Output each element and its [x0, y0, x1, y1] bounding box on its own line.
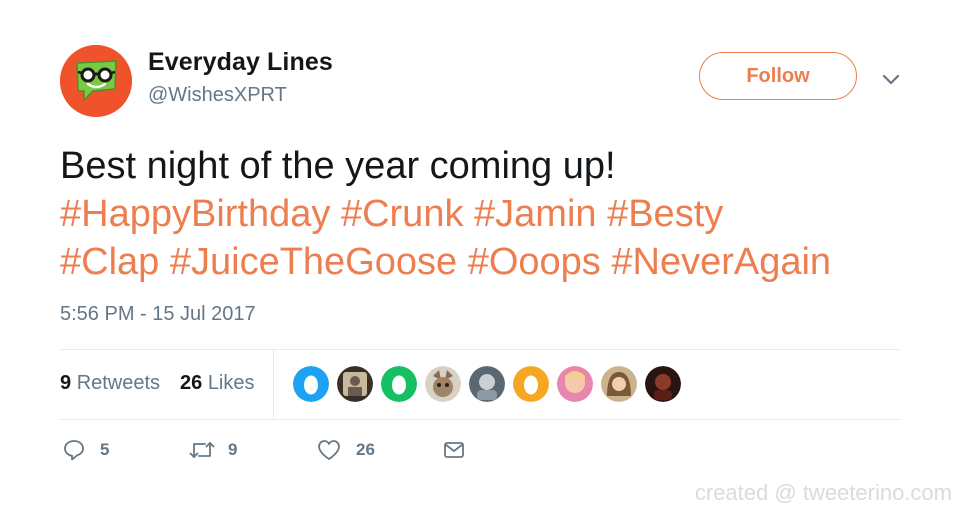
hashtag-line-1: #HappyBirthday #Crunk #Jamin #Besty	[60, 190, 940, 238]
reply-icon	[64, 440, 84, 461]
likes-count: 26	[180, 372, 203, 394]
like-count: 26	[356, 440, 375, 459]
hashtag-link[interactable]: #Besty	[607, 193, 723, 235]
likes-label: Likes	[207, 372, 255, 394]
divider	[60, 349, 900, 350]
tweet-card: Everyday Lines @WishesXPRT Follow Best n…	[0, 0, 960, 510]
liker-avatar[interactable]	[645, 366, 681, 402]
liker-avatar[interactable]	[557, 366, 593, 402]
reply-count: 5	[100, 440, 110, 459]
message-action[interactable]	[442, 438, 466, 462]
divider	[60, 419, 900, 420]
hashtag-link[interactable]: #Ooops	[468, 241, 601, 283]
account-handle[interactable]: @WishesXPRT	[148, 84, 287, 107]
like-action[interactable]: 26	[316, 438, 375, 462]
liker-avatar[interactable]	[425, 366, 461, 402]
liker-avatar[interactable]	[513, 366, 549, 402]
hashtag-link[interactable]: #Clap	[60, 241, 159, 283]
reply-action[interactable]: 5	[62, 438, 109, 462]
divider	[273, 350, 274, 418]
tweet-timestamp[interactable]: 5:56 PM - 15 Jul 2017	[60, 303, 256, 326]
hashtag-link[interactable]: #JuiceTheGoose	[170, 241, 457, 283]
retweet-icon	[189, 442, 215, 458]
hashtag-link[interactable]: #NeverAgain	[611, 241, 831, 283]
heart-icon	[318, 440, 340, 460]
retweets-label: Retweets	[76, 372, 161, 394]
liker-avatar[interactable]	[381, 366, 417, 402]
hashtag-link[interactable]: #Crunk	[341, 193, 464, 235]
retweets-stat[interactable]: 9 Retweets	[60, 372, 160, 395]
watermark: created @ tweeterino.com	[694, 480, 952, 505]
retweet-count: 9	[228, 440, 238, 459]
envelope-icon	[444, 442, 464, 458]
retweets-count: 9	[60, 372, 72, 394]
liker-avatar[interactable]	[469, 366, 505, 402]
chevron-down-icon[interactable]	[880, 68, 902, 90]
hashtag-line-2: #Clap #JuiceTheGoose #Ooops #NeverAgain	[60, 238, 940, 286]
tweet-text: Best night of the year coming up! #Happy…	[60, 142, 940, 286]
likes-stat[interactable]: 26 Likes	[180, 372, 255, 395]
retweet-action[interactable]: 9	[188, 438, 237, 462]
liker-avatar[interactable]	[601, 366, 637, 402]
liker-avatar[interactable]	[337, 366, 373, 402]
tweet-text-line: Best night of the year coming up!	[60, 145, 616, 187]
follow-button[interactable]: Follow	[699, 52, 857, 100]
account-name[interactable]: Everyday Lines	[148, 48, 333, 77]
hashtag-link[interactable]: #Jamin	[474, 193, 597, 235]
account-avatar[interactable]	[60, 45, 132, 117]
hashtag-link[interactable]: #HappyBirthday	[60, 193, 330, 235]
liker-avatar[interactable]	[293, 366, 329, 402]
speech-bubble-glasses-icon	[60, 45, 132, 117]
